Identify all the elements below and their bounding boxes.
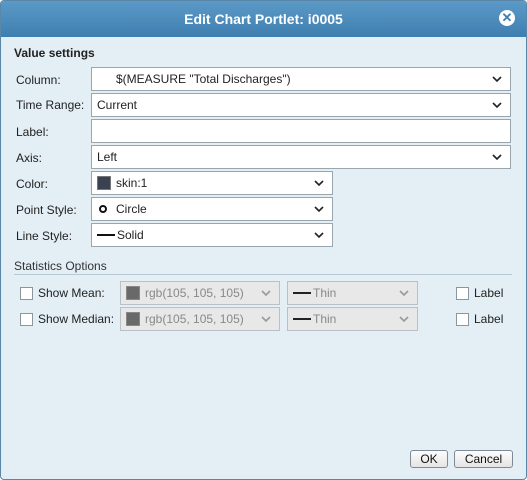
chevron-down-icon — [399, 316, 409, 323]
median-line-value: Thin — [313, 312, 337, 326]
close-icon[interactable]: ✕ — [499, 10, 515, 26]
median-line-select[interactable]: Thin — [287, 307, 418, 331]
column-select[interactable]: $(MEASURE "Total Discharges") — [91, 67, 511, 91]
chevron-down-icon — [314, 180, 324, 187]
dialog-titlebar: Edit Chart Portlet: i0005 ✕ — [1, 1, 526, 37]
color-label: Color: — [16, 177, 49, 191]
ok-button[interactable]: OK — [410, 450, 448, 468]
mean-label-toggle-text: Label — [474, 286, 504, 300]
chevron-down-icon — [492, 102, 502, 109]
chevron-down-icon — [314, 206, 324, 213]
chevron-down-icon — [492, 76, 502, 83]
label-label: Label: — [16, 125, 49, 139]
thin-line-icon — [293, 292, 311, 294]
chevron-down-icon — [261, 316, 271, 323]
line-style-label: Line Style: — [16, 229, 73, 243]
value-settings-heading: Value settings — [14, 46, 95, 60]
axis-select[interactable]: Left — [91, 145, 511, 169]
chevron-down-icon — [314, 232, 324, 239]
mean-color-select[interactable]: rgb(105, 105, 105) — [120, 281, 280, 305]
show-mean-checkbox[interactable] — [20, 287, 33, 300]
mean-color-value: rgb(105, 105, 105) — [145, 286, 244, 300]
show-median-label: Show Median: — [38, 312, 115, 326]
statistics-divider — [14, 274, 512, 275]
median-color-value: rgb(105, 105, 105) — [145, 312, 244, 326]
show-median-checkbox[interactable] — [20, 313, 33, 326]
circle-point-icon — [99, 205, 107, 213]
column-value: $(MEASURE "Total Discharges") — [116, 72, 291, 86]
label-input[interactable] — [91, 119, 511, 143]
dialog-content: Value settings Column: $(MEASURE "Total … — [5, 37, 521, 475]
chevron-down-icon — [399, 290, 409, 297]
axis-label: Axis: — [16, 151, 43, 165]
time-range-select[interactable]: Current — [91, 93, 511, 117]
time-range-label: Time Range: — [16, 98, 85, 112]
axis-value: Left — [97, 150, 118, 164]
mean-line-value: Thin — [313, 286, 337, 300]
edit-chart-portlet-dialog: Edit Chart Portlet: i0005 ✕ Value settin… — [0, 0, 527, 480]
median-label-checkbox[interactable] — [456, 313, 469, 326]
cancel-button[interactable]: Cancel — [454, 450, 513, 468]
line-style-value: Solid — [117, 228, 144, 242]
median-color-swatch — [126, 312, 140, 326]
thin-line-icon — [293, 318, 311, 320]
point-style-label: Point Style: — [16, 203, 77, 217]
chevron-down-icon — [261, 290, 271, 297]
mean-label-checkbox[interactable] — [456, 287, 469, 300]
time-range-value: Current — [97, 98, 138, 112]
dialog-title: Edit Chart Portlet: i0005 — [184, 11, 343, 27]
solid-line-icon — [97, 234, 115, 236]
median-label-toggle-text: Label — [474, 312, 504, 326]
median-color-select[interactable]: rgb(105, 105, 105) — [120, 307, 280, 331]
statistics-options-heading: Statistics Options — [14, 259, 107, 273]
color-swatch — [97, 176, 111, 190]
color-value: skin:1 — [116, 176, 148, 190]
mean-color-swatch — [126, 286, 140, 300]
column-label: Column: — [16, 73, 61, 87]
line-style-select[interactable]: Solid — [91, 223, 333, 247]
mean-line-select[interactable]: Thin — [287, 281, 418, 305]
chevron-down-icon — [492, 154, 502, 161]
show-mean-label: Show Mean: — [38, 286, 105, 300]
point-style-value: Circle — [116, 202, 147, 216]
color-select[interactable]: skin:1 — [91, 171, 333, 195]
point-style-select[interactable]: Circle — [91, 197, 333, 221]
